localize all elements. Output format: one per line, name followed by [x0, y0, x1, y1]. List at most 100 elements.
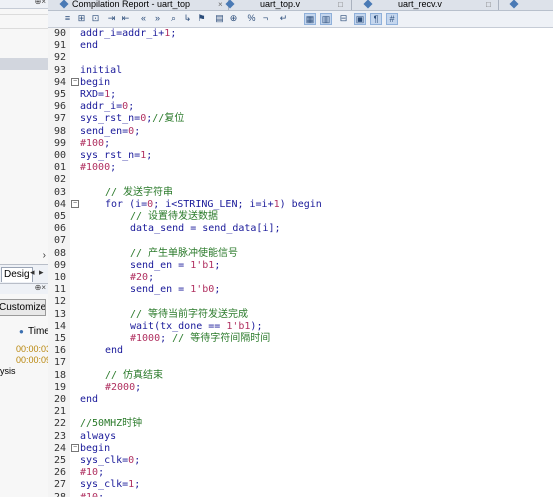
- code-text: // 设置待发送数据: [130, 211, 219, 222]
- list-item[interactable]: [0, 14, 48, 29]
- code-line[interactable]: 97 sys_rst_n=0;//复位: [54, 113, 553, 125]
- line-number: 21: [53, 406, 66, 418]
- code-line[interactable]: 11 send_en = 1'b0;: [54, 284, 553, 296]
- code-line[interactable]: 05 // 设置待发送数据: [54, 211, 553, 223]
- code-line[interactable]: 21: [54, 406, 553, 418]
- pin-icon[interactable]: ⊕×: [35, 283, 46, 292]
- tab-design[interactable]: Desig: [1, 267, 33, 282]
- code-line[interactable]: 93 initial: [54, 65, 553, 77]
- code-line[interactable]: 04− for (i=0; i<STRING_LEN; i=i+1) begin: [54, 199, 553, 211]
- close-icon[interactable]: □: [486, 0, 491, 9]
- line-number: 97: [53, 113, 66, 125]
- code-line[interactable]: 00 sys_rst_n=1;: [54, 150, 553, 162]
- code-line[interactable]: 20 end: [54, 394, 553, 406]
- properties-icon[interactable]: ⊡: [90, 13, 101, 24]
- bookmark-prev-icon[interactable]: «: [138, 13, 149, 24]
- line-number: 24: [53, 442, 66, 454]
- comment-icon[interactable]: %: [246, 13, 257, 24]
- line-numbers-icon[interactable]: #: [386, 13, 398, 25]
- template-icon[interactable]: ▤: [214, 13, 225, 24]
- view-mode-icon[interactable]: ▦: [304, 13, 316, 25]
- insert-icon[interactable]: ⊕: [228, 13, 239, 24]
- sort-icon[interactable]: ●: [19, 327, 24, 336]
- close-icon[interactable]: □: [338, 0, 343, 9]
- code-line[interactable]: 14 wait(tx_done == 1'b1);: [54, 321, 553, 333]
- code-line[interactable]: 94− begin: [54, 77, 553, 89]
- list-item-selected[interactable]: [0, 58, 48, 70]
- code-editor[interactable]: 90 addr_i=addr_i+1; 91 end 92 93 initial 94− beg…: [48, 28, 553, 497]
- align-icon[interactable]: ⊟: [338, 13, 349, 24]
- code-line[interactable]: 91 end: [54, 40, 553, 52]
- code-line[interactable]: 15 #1000; // 等待字符间隔时间: [54, 333, 553, 345]
- code-line[interactable]: 25 sys_clk=0;: [54, 455, 553, 467]
- code-line[interactable]: 98 send_en=0;: [54, 126, 553, 138]
- time-header-row: ● Time: [0, 326, 48, 340]
- fold-toggle-icon[interactable]: −: [71, 199, 79, 208]
- code-text: end: [80, 394, 99, 405]
- uncomment-icon[interactable]: ¬: [260, 13, 271, 24]
- code-line[interactable]: 01 #1000;: [54, 162, 553, 174]
- line-number: 92: [53, 52, 66, 64]
- tab-label: uart_recv.v: [398, 0, 442, 9]
- line-number: 28: [50, 492, 66, 497]
- left-panel: ⊕× › Desig ◂ ▸ ⊕× Customize... ● Time 00…: [0, 0, 49, 497]
- code-line[interactable]: 23 always: [54, 431, 553, 443]
- go-to-icon[interactable]: ↳: [182, 13, 193, 24]
- line-number: 01: [53, 162, 66, 174]
- code-line[interactable]: 22 //50MHZ时钟: [54, 418, 553, 430]
- bookmark-next-icon[interactable]: »: [152, 13, 163, 24]
- time-column-header[interactable]: Time: [28, 326, 48, 337]
- line-number: 04: [53, 198, 66, 210]
- code-line[interactable]: 26 #10;: [54, 467, 553, 479]
- code-line[interactable]: 08 // 产生单脉冲使能信号: [54, 248, 553, 260]
- line-number: 02: [53, 174, 66, 186]
- pin-icon[interactable]: ⊕×: [35, 0, 46, 6]
- bookmark-icon[interactable]: ⚑: [196, 13, 207, 24]
- code-line[interactable]: 16 end: [54, 345, 553, 357]
- code-text: send_en = 1'b1;: [130, 259, 221, 271]
- code-line[interactable]: 02: [54, 174, 553, 186]
- indent-icon[interactable]: ⇥: [106, 13, 117, 24]
- code-line[interactable]: 27 sys_clk=1;: [54, 479, 553, 491]
- code-line[interactable]: 03 // 发送字符串: [54, 187, 553, 199]
- chevron-left-icon[interactable]: ◂: [30, 267, 35, 278]
- left-panel-subheader: ⊕×: [0, 283, 48, 294]
- code-line[interactable]: 28#10;: [54, 492, 553, 497]
- tab-uart-recv[interactable]: uart_recv.v: [363, 0, 442, 10]
- outdent-icon[interactable]: ⇤: [120, 13, 131, 24]
- code-line[interactable]: 09 send_en = 1'b1;: [54, 259, 553, 272]
- code-line[interactable]: 99 #100;: [54, 138, 553, 150]
- code-line[interactable]: 90 addr_i=addr_i+1;: [54, 28, 553, 40]
- tab-compilation-report[interactable]: Compilation Report - uart_top: [59, 0, 190, 10]
- fold-toggle-icon[interactable]: −: [71, 77, 79, 86]
- column-mode-icon[interactable]: ▣: [354, 13, 366, 25]
- code-line[interactable]: 06 data_send = send_data[i];: [54, 223, 553, 235]
- format-icon[interactable]: ≡: [62, 13, 73, 24]
- code-line[interactable]: 96 addr_i=0;: [54, 101, 553, 113]
- code-line[interactable]: 24− begin: [54, 443, 553, 455]
- code-line[interactable]: 18 // 仿真结束: [54, 370, 553, 382]
- fold-toggle-icon[interactable]: −: [71, 443, 79, 452]
- chevron-right-icon[interactable]: ▸: [39, 267, 44, 278]
- customize-button[interactable]: Customize...: [0, 299, 46, 316]
- whitespace-icon[interactable]: ¶: [370, 13, 382, 25]
- report-item[interactable]: ysis: [0, 366, 48, 378]
- code-line[interactable]: 12: [54, 296, 553, 308]
- tab-uart-top[interactable]: uart_top.v: [225, 0, 300, 10]
- chevron-right-icon[interactable]: ›: [43, 250, 46, 261]
- tab-overflow[interactable]: [509, 0, 522, 10]
- find-icon[interactable]: ⌕: [168, 13, 179, 24]
- code-line[interactable]: 19 #2000;: [54, 382, 553, 394]
- code-line[interactable]: 92: [54, 52, 553, 64]
- wrap-icon[interactable]: ↵: [278, 13, 289, 24]
- code-line[interactable]: 95 RXD=1;: [54, 89, 553, 101]
- outline-icon[interactable]: ⊞: [76, 13, 87, 24]
- split-view-icon[interactable]: ▥: [320, 13, 332, 25]
- line-number: 05: [53, 211, 66, 222]
- close-icon[interactable]: ×: [218, 0, 223, 9]
- code-line[interactable]: 17: [54, 357, 553, 369]
- line-number: 91: [53, 40, 66, 52]
- code-line[interactable]: 13 // 等待当前字符发送完成: [54, 309, 553, 321]
- code-line[interactable]: 07: [54, 235, 553, 247]
- code-line[interactable]: 10 #20;: [54, 272, 553, 284]
